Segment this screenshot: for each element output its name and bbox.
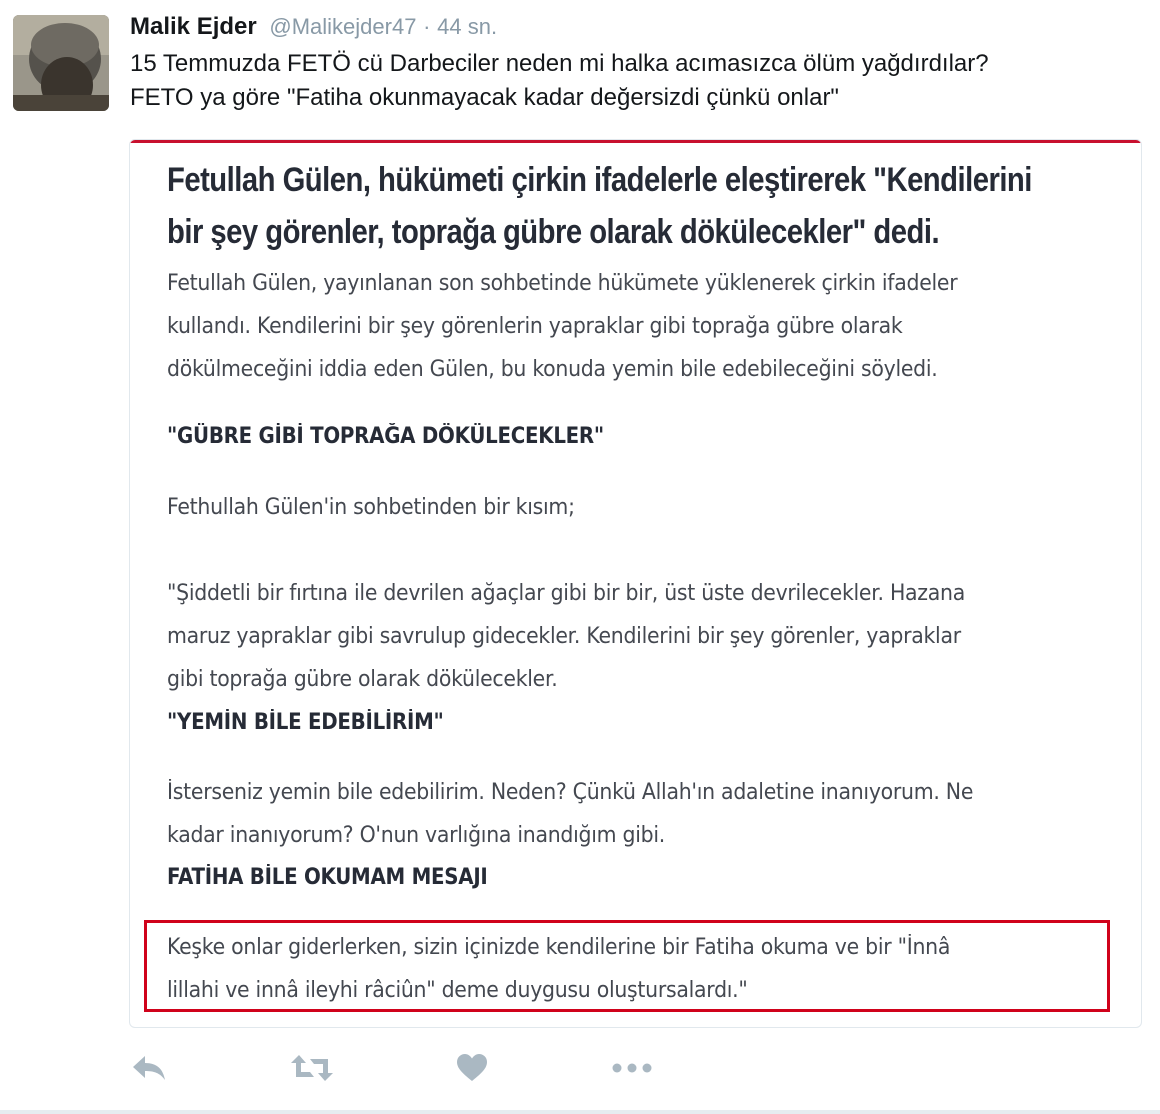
retweet-icon [291,1055,333,1081]
retweet-button[interactable] [290,1048,334,1088]
article-oath: İsterseniz yemin bile edebilirim. Neden?… [167,771,1127,857]
tweet-header: Malik Ejder @Malikejder47 · 44 sn. [130,10,497,44]
article-headline: Fetullah Gülen, hükümeti çirkin ifadeler… [167,154,1032,258]
paragraph-line: gibi toprağa gübre olarak dökülecekler. [167,667,558,692]
author-name[interactable]: Malik Ejder [130,13,257,40]
headline-line: bir şey görenler, toprağa gübre olarak d… [167,213,940,251]
more-icon [612,1063,652,1073]
tweet-text: 15 Temmuzda FETÖ cü Darbeciler neden mi … [130,47,1150,115]
article-subheading: "YEMİN BİLE EDEBİLİRİM" [167,710,444,735]
tweet-media-image[interactable]: Fetullah Gülen, hükümeti çirkin ifadeler… [129,139,1142,1028]
article-accent-bar [130,140,1141,143]
heart-icon [457,1054,487,1081]
article-subheading: "GÜBRE GİBİ TOPRAĞA DÖKÜLECEKLER" [167,424,604,449]
paragraph-line: "Şiddetli bir fırtına ile devrilen ağaçl… [167,581,965,606]
article-subheading: FATİHA BİLE OKUMAM MESAJI [167,865,488,890]
tweet-timestamp[interactable]: 44 sn. [437,14,497,39]
avatar-image [13,15,109,111]
like-button[interactable] [456,1048,488,1088]
headline-line: Fetullah Gülen, hükümeti çirkin ifadeler… [167,161,1032,199]
article-intro: Fetullah Gülen, yayınlanan son sohbetind… [167,262,1127,391]
paragraph-line: kadar inanıyorum? O'nun varlığına inandı… [167,823,665,848]
author-handle[interactable]: @Malikejder47 [269,14,416,39]
paragraph-line: dökülmeceğini iddia eden Gülen, bu konud… [167,357,938,382]
red-highlight-box [144,920,1110,1012]
article-quote: "Şiddetli bir fırtına ile devrilen ağaçl… [167,572,1127,701]
separator: · [423,14,431,39]
paragraph-line: kullandı. Kendilerini bir şey görenlerin… [167,314,903,339]
paragraph-line: Fetullah Gülen, yayınlanan son sohbetind… [167,271,958,296]
tweet-text-line: 15 Temmuzda FETÖ cü Darbeciler neden mi … [130,50,989,77]
more-button[interactable] [612,1048,652,1088]
avatar[interactable] [13,15,109,111]
paragraph-line: maruz yapraklar gibi savrulup gidecekler… [167,624,961,649]
reply-button[interactable] [130,1048,168,1088]
divider [0,1110,1160,1114]
article-excerpt-intro: Fethullah Gülen'in sohbetinden bir kısım… [167,486,1127,529]
paragraph-line: İsterseniz yemin bile edebilirim. Neden?… [167,780,974,805]
paragraph-line: Fethullah Gülen'in sohbetinden bir kısım… [167,495,575,520]
reply-icon [133,1056,165,1080]
tweet-text-line: FETO ya göre "Fatiha okunmayacak kadar d… [130,84,839,111]
